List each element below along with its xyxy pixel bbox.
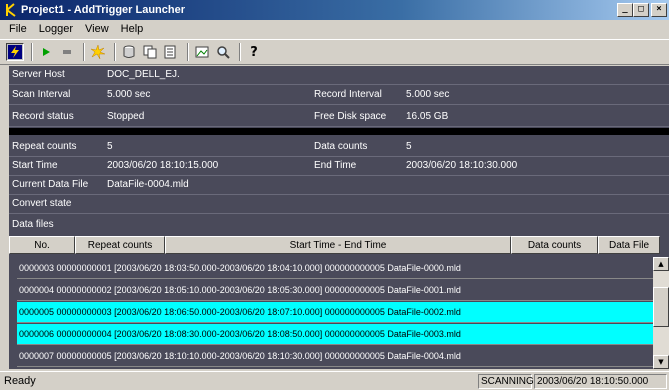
- col-no[interactable]: No.: [9, 236, 75, 254]
- list-icon: [164, 45, 176, 59]
- data-counts-label: Data counts: [314, 141, 368, 152]
- row-scan-interval: Scan Interval 5.000 sec Record Interval …: [9, 86, 669, 105]
- burst-icon: [91, 45, 105, 59]
- start-button[interactable]: [37, 43, 55, 61]
- menu-view[interactable]: View: [79, 23, 115, 35]
- scroll-down-button[interactable]: ▼: [653, 355, 669, 369]
- image-button[interactable]: [193, 43, 211, 61]
- record-status-value: Stopped: [107, 111, 145, 122]
- record-interval-value: 5.000 sec: [406, 89, 450, 100]
- repeat-counts-value: 5: [107, 141, 113, 152]
- col-repeat-counts[interactable]: Repeat counts: [75, 236, 165, 254]
- current-file-label: Current Data File: [12, 179, 89, 190]
- scroll-up-button[interactable]: ▲: [653, 257, 669, 271]
- toolbar: ?: [0, 39, 669, 65]
- table-row[interactable]: 0000007 00000000005 [2003/06/20 18:10:10…: [17, 346, 653, 367]
- title-bar: Project1 - AddTrigger Launcher _ □ ×: [0, 0, 669, 20]
- trigger-button[interactable]: [6, 43, 24, 61]
- status-time: 2003/06/20 18:10:50.000: [534, 374, 667, 389]
- list-button[interactable]: [162, 43, 180, 61]
- table-header: No. Repeat counts Start Time - End Time …: [9, 236, 660, 254]
- free-disk-label: Free Disk space: [314, 111, 387, 122]
- table-row-selected[interactable]: 0000006 00000000004 [2003/06/20 18:08:30…: [17, 324, 653, 345]
- menu-file[interactable]: File: [3, 23, 33, 35]
- row-record-status: Record status Stopped Free Disk space 16…: [9, 108, 669, 127]
- col-data-file[interactable]: Data File: [598, 236, 660, 254]
- database-button[interactable]: [120, 43, 138, 61]
- start-time-value: 2003/06/20 18:10:15.000: [107, 160, 219, 171]
- help-icon: ?: [250, 44, 258, 60]
- convert-state-label: Convert state: [12, 198, 72, 209]
- record-interval-label: Record Interval: [314, 89, 382, 100]
- status-text: Ready: [4, 375, 36, 387]
- current-file-value: DataFile-0004.mld: [107, 179, 189, 190]
- copy-button[interactable]: [141, 43, 159, 61]
- row-server-host: Server Host DOC_DELL_EJ.: [9, 66, 669, 85]
- end-time-label: End Time: [314, 160, 357, 171]
- toolbar-separator: [187, 43, 189, 61]
- burst-button[interactable]: [89, 43, 107, 61]
- col-data-counts[interactable]: Data counts: [511, 236, 598, 254]
- table-row[interactable]: 0000004 00000000002 [2003/06/20 18:05:10…: [17, 280, 653, 301]
- row-start-time: Start Time 2003/06/20 18:10:15.000 End T…: [9, 157, 669, 176]
- menu-bar: File Logger View Help: [0, 20, 669, 38]
- toolbar-separator: [83, 43, 85, 61]
- col-start-end-time[interactable]: Start Time - End Time: [165, 236, 511, 254]
- data-files-label: Data files: [12, 219, 54, 230]
- menu-help[interactable]: Help: [115, 23, 150, 35]
- maximize-button[interactable]: □: [633, 3, 649, 17]
- zoom-icon: [217, 46, 230, 59]
- minimize-button[interactable]: _: [617, 3, 633, 17]
- window-title: Project1 - AddTrigger Launcher: [21, 4, 186, 16]
- close-button[interactable]: ×: [651, 3, 667, 17]
- scroll-thumb[interactable]: [653, 287, 669, 327]
- bolt-icon: [8, 45, 22, 59]
- status-mode: SCANNING: [478, 374, 534, 389]
- row-repeat-counts: Repeat counts 5 Data counts 5: [9, 138, 669, 157]
- data-counts-value: 5: [406, 141, 412, 152]
- toolbar-separator: [114, 43, 116, 61]
- data-files-list: 0000003 00000000001 [2003/06/20 18:03:50…: [17, 258, 653, 368]
- image-icon: [195, 46, 209, 58]
- record-status-label: Record status: [12, 111, 74, 122]
- separator-bar: [9, 128, 669, 135]
- row-convert-state: Convert state: [9, 195, 669, 214]
- copy-icon: [143, 45, 157, 59]
- menu-logger[interactable]: Logger: [33, 23, 79, 35]
- row-data-files: Data files: [9, 216, 669, 235]
- end-time-value: 2003/06/20 18:10:30.000: [406, 160, 518, 171]
- free-disk-value: 16.05 GB: [406, 111, 449, 122]
- zoom-button[interactable]: [214, 43, 232, 61]
- toolbar-separator: [239, 43, 241, 61]
- status-bar: Ready SCANNING 2003/06/20 18:10:50.000: [0, 371, 669, 390]
- vertical-scrollbar[interactable]: ▲ ▼: [653, 257, 669, 369]
- stop-button[interactable]: [58, 43, 76, 61]
- scan-interval-value: 5.000 sec: [107, 89, 151, 100]
- start-time-label: Start Time: [12, 160, 58, 171]
- stop-icon: [63, 50, 71, 54]
- server-host-value: DOC_DELL_EJ.: [107, 69, 180, 80]
- play-icon: [43, 48, 50, 56]
- app-icon: [4, 3, 18, 17]
- table-row-selected[interactable]: 0000005 00000000003 [2003/06/20 18:06:50…: [17, 302, 653, 323]
- scan-interval-label: Scan Interval: [12, 89, 71, 100]
- repeat-counts-label: Repeat counts: [12, 141, 77, 152]
- table-row[interactable]: 0000003 00000000001 [2003/06/20 18:03:50…: [17, 258, 653, 279]
- server-host-label: Server Host: [12, 69, 65, 80]
- database-icon: [123, 45, 135, 58]
- help-button[interactable]: ?: [245, 43, 263, 61]
- row-current-file: Current Data File DataFile-0004.mld: [9, 176, 669, 195]
- toolbar-separator: [31, 43, 33, 61]
